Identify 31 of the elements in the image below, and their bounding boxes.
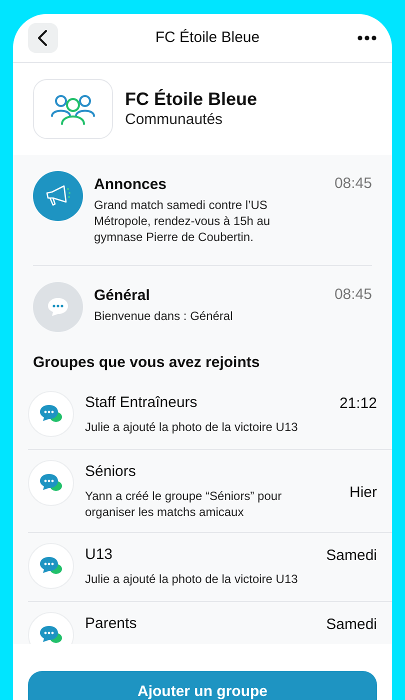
group-name: Parents [85,614,138,634]
group-time: 21:12 [339,394,377,414]
group-name: U13 [85,544,114,564]
chat-avatar [33,282,83,332]
channel-preview: Bienvenue dans : Général [94,308,234,324]
add-group-button[interactable]: Ajouter un groupe [28,671,377,700]
channel-name: Annonces [94,175,168,195]
group-avatar [28,390,74,436]
people-icon [50,92,96,126]
community-subtitle: Communautés [125,110,224,130]
group-preview: Yann a créé le groupe “Séniors” pour organiser les matchs amicaux [85,488,283,520]
megaphone-avatar [33,171,83,221]
group-preview: Julie a ajouté la photo de la victoire U13 [85,418,299,434]
back-button[interactable] [28,23,58,53]
channel-preview: Grand match samedi contre l’US Métropole, rendez-vous à 15h au gymnase Pierre de Coubertin. [94,197,272,245]
group-preview: Julie a ajouté la photo de la victoire U13 [85,570,299,586]
group-time: Samedi [326,546,377,566]
channel-name: Général [94,286,151,306]
channel-time: 08:45 [334,285,372,305]
group-time: Samedi [326,614,377,634]
community-name: FC Étoile Bleue [125,88,258,110]
group-name: Staff Entraîneurs [85,392,198,412]
group-time: Hier [349,482,377,502]
header-title: FC Étoile Bleue [155,28,260,48]
group-avatar [28,460,74,506]
group-name: Séniors [85,462,137,482]
back-icon[interactable] [36,30,50,46]
group-avatar [28,542,74,588]
more-icon[interactable] [357,35,377,41]
section-heading: Groupes que vous avez rejoints [32,353,261,373]
channel-time: 08:45 [334,174,372,194]
